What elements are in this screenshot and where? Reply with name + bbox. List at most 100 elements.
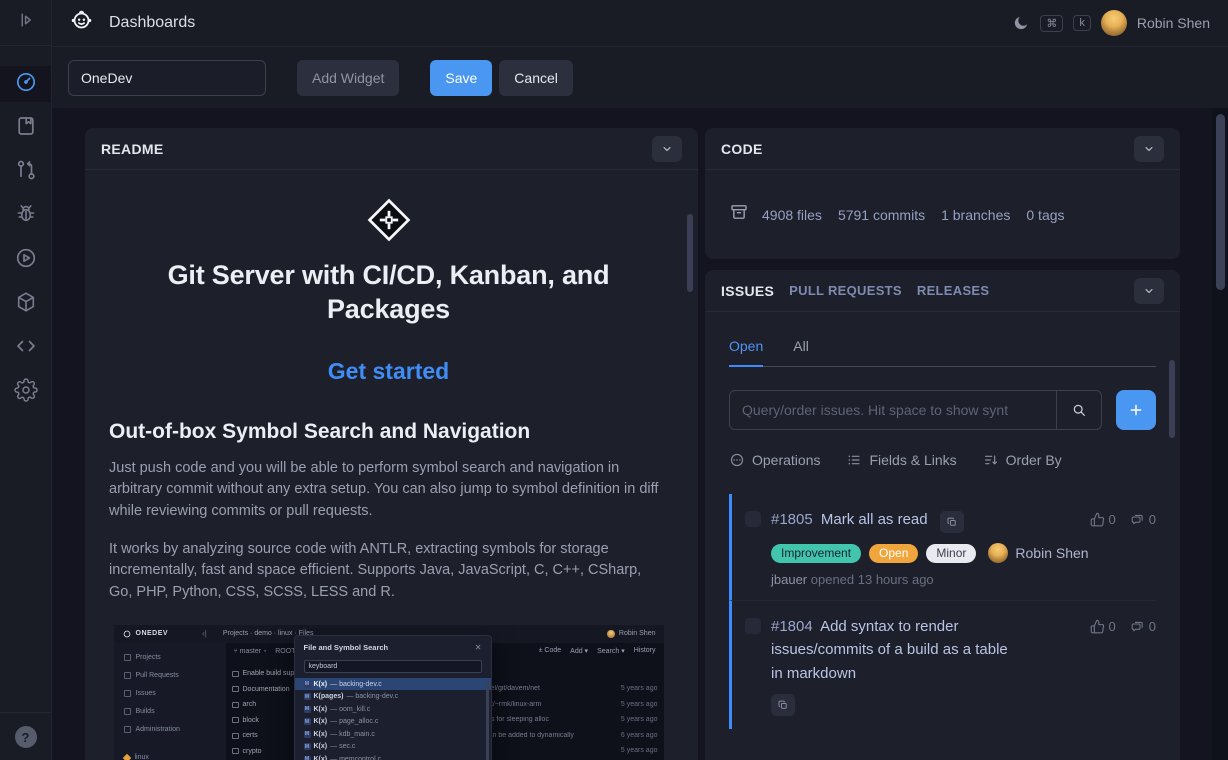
- issues-body: Open All: [705, 312, 1180, 760]
- tab-releases[interactable]: RELEASES: [917, 283, 989, 298]
- readme-paragraph-1: Just push code and you will be able to p…: [109, 458, 668, 522]
- gear-icon: [14, 378, 38, 407]
- tab-open[interactable]: Open: [729, 338, 763, 367]
- dashboard-name-input[interactable]: [68, 60, 266, 96]
- pull-request-icon: [14, 158, 38, 187]
- label-open[interactable]: Open: [869, 544, 918, 563]
- issue-number: #1805: [771, 511, 813, 528]
- thumbs-up-count[interactable]: 0: [1090, 512, 1116, 527]
- readme-scrollbar-thumb[interactable]: [687, 214, 693, 292]
- bug-icon: [14, 202, 38, 231]
- add-widget-button[interactable]: Add Widget: [297, 60, 399, 96]
- plus-icon: [1128, 402, 1144, 418]
- get-started-link[interactable]: Get started: [109, 358, 668, 385]
- screenshot-search-modal: File and Symbol Search ✕ keyboard MK(x)—…: [294, 635, 492, 760]
- commits-stat[interactable]: 5791 commits: [838, 207, 925, 223]
- app: ? Dashboards ⌘: [0, 0, 1228, 760]
- archive-icon: [729, 202, 749, 227]
- help-button[interactable]: ?: [0, 712, 51, 760]
- files-stat[interactable]: 4908 files: [762, 207, 822, 223]
- sidebar-item-packages[interactable]: [0, 286, 51, 322]
- thumbs-up-count[interactable]: 0: [1090, 619, 1116, 634]
- dark-mode-toggle[interactable]: [1012, 14, 1030, 32]
- screenshot-nav-item: Projects: [114, 649, 226, 667]
- issues-widget: ISSUES PULL REQUESTS RELEASES Open All: [705, 270, 1180, 760]
- readme-screenshot-image: ONEDEV ‹| Projects · demo · linux · File…: [114, 625, 664, 760]
- screenshot-commit-list: x/kernel/git/davem/net5 years ago.org.uk…: [472, 681, 658, 760]
- copy-reference-button[interactable]: [940, 511, 964, 533]
- dashboard-content: README Git Server with: [52, 108, 1228, 760]
- issue-query-input[interactable]: [729, 390, 1057, 430]
- screenshot-logo-icon: [122, 629, 132, 639]
- screenshot-close-icon: ✕: [475, 643, 482, 652]
- chevron-down-icon: [1143, 143, 1155, 155]
- issue-checkbox[interactable]: [745, 511, 761, 527]
- screenshot-search-result: MK(x)— backing-dev.c: [295, 678, 491, 691]
- tab-pull-requests[interactable]: PULL REQUESTS: [789, 283, 902, 298]
- navbar-right: ⌘ k Robin Shen: [1012, 10, 1210, 36]
- label-improvement[interactable]: Improvement: [771, 544, 861, 563]
- tab-all[interactable]: All: [793, 338, 809, 366]
- code-stats: 4908 files 5791 commits 1 branches 0 tag…: [705, 170, 1180, 259]
- thumbs-up-icon: [1090, 619, 1105, 634]
- operations-menu[interactable]: Operations: [729, 452, 820, 468]
- main-column: Dashboards ⌘ k Robin Shen Add Widget Sav…: [52, 0, 1228, 760]
- issues-collapse-button[interactable]: [1134, 278, 1164, 304]
- screenshot-search-result: MK(x)— kdb_main.c: [295, 728, 491, 741]
- comments-count[interactable]: 0: [1130, 512, 1156, 527]
- screenshot-nav-item: Administration: [114, 721, 226, 739]
- issue-meta: jbauer opened 13 hours ago: [771, 572, 1156, 587]
- issues-scrollbar-thumb[interactable]: [1169, 360, 1175, 438]
- issue-list: #1805 Mark all as read 0: [729, 494, 1156, 729]
- copy-reference-button[interactable]: [771, 694, 795, 716]
- help-icon: ?: [15, 726, 37, 748]
- fields-links-menu[interactable]: Fields & Links: [846, 452, 956, 468]
- sidebar-item-projects[interactable]: [0, 110, 51, 146]
- onedev-robot-logo-icon: [68, 7, 95, 39]
- screenshot-nav-item: Issues: [114, 685, 226, 703]
- top-navbar: Dashboards ⌘ k Robin Shen: [52, 0, 1228, 46]
- screenshot-search-result: MK(x)— sec.c: [295, 740, 491, 753]
- comments-icon: [1130, 619, 1145, 634]
- branches-stat[interactable]: 1 branches: [941, 207, 1010, 223]
- onedev-diamond-logo-icon: [367, 198, 411, 242]
- sidebar-item-code-search[interactable]: [0, 330, 51, 366]
- user-name[interactable]: Robin Shen: [1137, 15, 1210, 31]
- readme-paragraph-2: It works by analyzing source code with A…: [109, 539, 668, 603]
- user-avatar[interactable]: [1101, 10, 1127, 36]
- sidebar-item-dashboards[interactable]: [0, 66, 51, 102]
- sidebar: ?: [0, 0, 52, 760]
- label-minor[interactable]: Minor: [926, 544, 976, 563]
- sort-icon: [983, 452, 999, 468]
- search-icon: [1071, 402, 1087, 418]
- tab-issues[interactable]: ISSUES: [721, 283, 774, 299]
- circle-ellipsis-icon: [729, 452, 745, 468]
- add-issue-button[interactable]: [1116, 390, 1156, 430]
- code-collapse-button[interactable]: [1134, 136, 1164, 162]
- comments-count[interactable]: 0: [1130, 619, 1156, 634]
- copy-icon: [946, 516, 958, 528]
- book-icon: [14, 114, 38, 143]
- sidebar-item-issues[interactable]: [0, 198, 51, 234]
- sidebar-item-pull-requests[interactable]: [0, 154, 51, 190]
- package-icon: [14, 290, 38, 319]
- save-button[interactable]: Save: [430, 60, 492, 96]
- sidebar-item-builds[interactable]: [0, 242, 51, 278]
- thumbs-up-icon: [1090, 512, 1105, 527]
- gauge-icon: [14, 70, 38, 99]
- comments-icon: [1130, 512, 1145, 527]
- search-button[interactable]: [1056, 390, 1102, 430]
- sidebar-expand-button[interactable]: [0, 0, 51, 46]
- readme-collapse-button[interactable]: [652, 136, 682, 162]
- copy-icon: [777, 699, 789, 711]
- cancel-button[interactable]: Cancel: [499, 60, 573, 96]
- issue-checkbox[interactable]: [745, 618, 761, 634]
- chevron-down-icon: [1143, 285, 1155, 297]
- tags-stat[interactable]: 0 tags: [1026, 207, 1064, 223]
- sidebar-item-administration[interactable]: [0, 374, 51, 410]
- assignee[interactable]: Robin Shen: [988, 543, 1088, 563]
- order-by-menu[interactable]: Order By: [983, 452, 1062, 468]
- page-scrollbar-thumb[interactable]: [1216, 114, 1225, 290]
- assignee-avatar: [988, 543, 1008, 563]
- issue-title-link[interactable]: Mark all as read: [821, 511, 928, 528]
